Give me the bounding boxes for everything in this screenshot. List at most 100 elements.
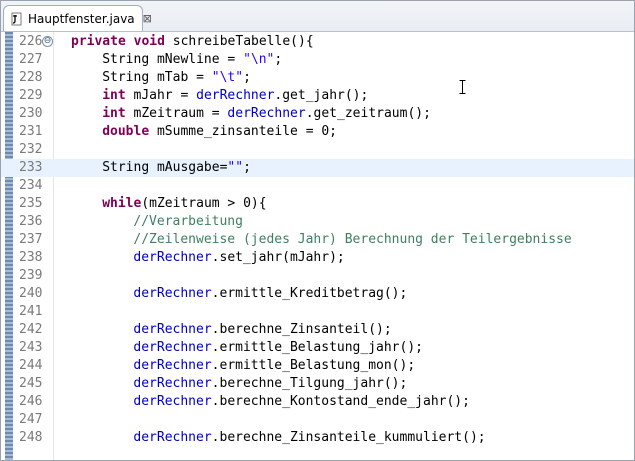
code-token: derRechner <box>133 340 212 355</box>
code-text: derRechner.berechne_Zinsanteil(); <box>71 321 392 339</box>
code-token: while <box>102 196 142 211</box>
code-lines: 226 ⊖ private void schreibeTabelle(){227 St… <box>1 33 634 447</box>
code-line[interactable]: 238 derRechner.set_jahr(mJahr); <box>1 249 634 267</box>
code-token: int <box>102 106 126 121</box>
line-number: 236 <box>19 214 43 229</box>
text-cursor-icon <box>459 80 466 94</box>
code-text: String mNewline = "\n"; <box>71 51 282 69</box>
line-number: 248 <box>19 430 43 445</box>
line-number: 231 <box>19 124 43 139</box>
code-text: while(mZeitraum > 0){ <box>71 195 267 213</box>
line-number: 235 <box>19 196 43 211</box>
code-token: .ermittle_Kreditbetrag(); <box>211 286 408 301</box>
code-line[interactable]: 241 <box>1 303 634 321</box>
code-text: String mTab = "\t"; <box>71 69 251 87</box>
code-token: derRechner <box>133 430 212 445</box>
code-editor[interactable]: 226 ⊖ private void schreibeTabelle(){227 St… <box>1 32 634 460</box>
code-line[interactable]: 234 <box>1 177 634 195</box>
code-line[interactable]: 228 String mTab = "\t"; <box>1 69 634 87</box>
code-line[interactable]: 229 int mJahr = derRechner.get_jahr(); <box>1 87 634 105</box>
code-line[interactable]: 242 derRechner.berechne_Zinsanteil(); <box>1 321 634 339</box>
code-line[interactable]: 235 while(mZeitraum > 0){ <box>1 195 634 213</box>
line-number: 238 <box>19 250 43 265</box>
line-number: 239 <box>19 268 43 283</box>
code-line[interactable]: 237 //Zeilenweise (jedes Jahr) Berechnung… <box>1 231 634 249</box>
code-token: mZeitraum = <box>125 106 228 121</box>
code-token: derRechner <box>133 250 212 265</box>
editor-tab-bar: Hauptfenster.java ⊠ <box>1 1 634 32</box>
code-line[interactable]: 230 int mZeitraum = derRechner.get_zeitra… <box>1 105 634 123</box>
code-token: .ermittle_Belastung_mon(); <box>211 358 416 373</box>
code-line[interactable]: 240 derRechner.ermittle_Kreditbetrag(); <box>1 285 634 303</box>
code-text: //Zeilenweise (jedes Jahr) Berechnung de… <box>71 231 571 249</box>
code-token: derRechner <box>196 88 275 103</box>
tab-label: Hauptfenster.java <box>28 11 135 26</box>
code-token: derRechner <box>133 322 212 337</box>
line-number: 229 <box>19 88 43 103</box>
line-number: 247 <box>19 412 43 427</box>
code-token: derRechner <box>133 286 212 301</box>
code-token: .get_jahr(); <box>274 88 369 103</box>
code-token: int <box>102 88 126 103</box>
code-token: void <box>133 34 165 49</box>
code-text: derRechner.ermittle_Kreditbetrag(); <box>71 285 407 303</box>
code-token: //Verarbeitung <box>133 214 243 229</box>
code-token: (mZeitraum > 0){ <box>141 196 267 211</box>
code-line[interactable]: 236 //Verarbeitung <box>1 213 634 231</box>
java-file-icon <box>10 12 24 26</box>
code-token: mJahr = <box>125 88 197 103</box>
code-token: String mAusgabe= <box>102 160 228 175</box>
tab-hauptfenster-java[interactable]: Hauptfenster.java ⊠ <box>3 5 152 31</box>
line-number: 245 <box>19 376 43 391</box>
code-line[interactable]: 245 derRechner.berechne_Tilgung_jahr(); <box>1 375 634 393</box>
code-line[interactable]: 248 derRechner.berechne_Zinsanteile_kummu… <box>1 429 634 447</box>
code-text: double mSumme_zinsanteile = 0; <box>71 123 337 141</box>
code-text: derRechner.set_jahr(mJahr); <box>71 249 345 267</box>
code-line[interactable]: 246 derRechner.berechne_Kontostand_ende_j… <box>1 393 634 411</box>
code-text: int mZeitraum = derRechner.get_zeitraum(… <box>71 105 431 123</box>
fold-collapse-icon[interactable]: ⊖ <box>42 36 53 47</box>
code-token: double <box>102 124 150 139</box>
code-token: String mNewline = <box>102 52 244 67</box>
code-text: derRechner.berechne_Kontostand_ende_jahr… <box>71 393 470 411</box>
code-token: .berechne_Zinsanteil(); <box>211 322 392 337</box>
code-line[interactable]: 239 <box>1 267 634 285</box>
close-icon[interactable]: ⊠ <box>143 12 152 25</box>
line-number: 227 <box>19 52 43 67</box>
code-token: .berechne_Tilgung_jahr(); <box>211 376 408 391</box>
code-text: derRechner.ermittle_Belastung_jahr(); <box>71 339 423 357</box>
line-number: 246 <box>19 394 43 409</box>
code-line[interactable]: 247 <box>1 411 634 429</box>
line-number: 241 <box>19 304 43 319</box>
code-token: ; <box>243 70 251 85</box>
code-token: schreibeTabelle(){ <box>164 34 314 49</box>
code-text: int mJahr = derRechner.get_jahr(); <box>71 87 368 105</box>
line-number: 244 <box>19 358 43 373</box>
code-line[interactable]: 232 <box>1 141 634 159</box>
code-line[interactable]: 227 String mNewline = "\n"; <box>1 51 634 69</box>
line-number: 243 <box>19 340 43 355</box>
code-token: derRechner <box>133 394 212 409</box>
code-token: ; <box>243 160 251 175</box>
code-line[interactable]: 226 ⊖ private void schreibeTabelle(){ <box>1 33 634 51</box>
code-token: derRechner <box>133 358 212 373</box>
code-token: derRechner <box>227 106 306 121</box>
code-token: "\t" <box>211 70 244 85</box>
code-text: derRechner.berechne_Tilgung_jahr(); <box>71 375 407 393</box>
code-line[interactable]: 231 double mSumme_zinsanteile = 0; <box>1 123 634 141</box>
code-token: derRechner <box>133 376 212 391</box>
line-number: 232 <box>19 142 43 157</box>
code-token: .set_jahr(mJahr); <box>211 250 345 265</box>
code-token: .get_zeitraum(); <box>305 106 431 121</box>
code-text: //Verarbeitung <box>71 213 243 231</box>
code-line[interactable]: 233 String mAusgabe=""; <box>1 159 634 177</box>
line-number: 237 <box>19 232 43 247</box>
editor-window: Hauptfenster.java ⊠ 226 ⊖ private void sch… <box>0 0 635 461</box>
code-text: derRechner.ermittle_Belastung_mon(); <box>71 357 415 375</box>
line-number: 233 <box>19 160 43 175</box>
line-number: 230 <box>19 106 43 121</box>
code-line[interactable]: 244 derRechner.ermittle_Belastung_mon(); <box>1 357 634 375</box>
code-line[interactable]: 243 derRechner.ermittle_Belastung_jahr(); <box>1 339 634 357</box>
code-token: .berechne_Zinsanteile_kummuliert(); <box>211 430 486 445</box>
